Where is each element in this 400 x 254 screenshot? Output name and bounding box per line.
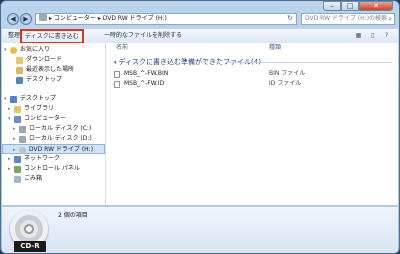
file-name: MSB_^-FW.ID bbox=[124, 80, 165, 87]
network-icon bbox=[14, 156, 21, 163]
dvd-drive-icon bbox=[39, 14, 47, 21]
sidebar-item-label: ローカル ディスク (D:) bbox=[29, 135, 92, 142]
hard-drive-icon bbox=[19, 126, 26, 133]
sidebar-item-label: お気に入り bbox=[20, 46, 51, 53]
address-row: ◀ ▶ ▸ コンピューター ▸ DVD RW ドライブ (H:) ↻ DVD R… bbox=[5, 13, 395, 27]
sidebar-item-favorites[interactable]: ▾ お気に入り bbox=[2, 45, 105, 55]
file-list: 名前 種類 ▾ ディスクに書き込む準備ができたファイル(4) MSB_^-FW.B… bbox=[106, 43, 398, 205]
view-controls: ▦ ▯ ? bbox=[354, 31, 394, 41]
sidebar-item-label: デスクトップ bbox=[20, 95, 57, 102]
explorer-window: – □ ✕ ◀ ▶ ▸ コンピューター ▸ DVD RW ドライブ (H:) ↻… bbox=[0, 0, 400, 254]
refresh-button[interactable]: ↻ bbox=[287, 14, 293, 23]
sidebar-item-label: ライブラリ bbox=[24, 105, 55, 112]
dvd-drive-icon bbox=[19, 147, 26, 154]
chevron-right-icon[interactable]: ▸ bbox=[13, 124, 16, 134]
desktop-icon bbox=[16, 77, 23, 84]
chevron-right-icon[interactable]: ▸ bbox=[8, 164, 11, 174]
file-icon bbox=[114, 71, 120, 78]
sidebar-item-dvd-drive[interactable]: ▸ DVD RW ドライブ (H:) bbox=[2, 144, 105, 154]
chevron-right-icon[interactable]: ▸ bbox=[8, 104, 11, 114]
help-icon[interactable]: ? bbox=[382, 31, 391, 40]
sidebar-item-network[interactable]: ▸ ネットワーク bbox=[2, 154, 105, 164]
star-icon bbox=[10, 47, 17, 54]
search-placeholder: DVD RW ドライブ (H:)の検索 bbox=[305, 15, 388, 22]
chevron-down-icon[interactable]: ▾ bbox=[8, 114, 11, 124]
sidebar-item-label: デスクトップ bbox=[26, 76, 63, 83]
delete-temp-files-button[interactable]: 一時的なファイルを削除する bbox=[102, 30, 184, 41]
file-name: MSB_^-FW.BIN bbox=[124, 70, 169, 77]
maximize-button[interactable]: □ bbox=[341, 1, 359, 11]
search-input[interactable]: DVD RW ドライブ (H:)の検索 ⌕ bbox=[301, 13, 395, 25]
view-options-icon[interactable]: ▦ bbox=[354, 31, 363, 40]
sidebar-item-downloads[interactable]: ダウンロード bbox=[2, 55, 105, 65]
file-type: ID ファイル bbox=[269, 80, 302, 87]
file-row[interactable]: MSB_^-FW.BIN BIN ファイル bbox=[114, 69, 394, 79]
title-bar: – □ ✕ bbox=[1, 1, 399, 11]
sidebar-item-recycle-bin[interactable]: ごみ箱 bbox=[2, 174, 105, 184]
sidebar-item-label: ローカル ディスク (C:) bbox=[29, 125, 92, 132]
chevron-down-icon: ▾ bbox=[114, 60, 117, 66]
navigation-pane: ▾ お気に入り ダウンロード 最近表示した場所 デスクトップ ▾ デスクトップ … bbox=[2, 43, 106, 205]
sidebar-item-desktop-favorite[interactable]: デスクトップ bbox=[2, 75, 105, 85]
chevron-right-icon[interactable]: ▸ bbox=[8, 154, 11, 164]
details-pane: CD-R 2 個の項目 bbox=[2, 206, 398, 253]
computer-icon bbox=[14, 116, 21, 123]
sidebar-item-desktop[interactable]: ▾ デスクトップ bbox=[2, 94, 105, 104]
recycle-bin-icon bbox=[14, 176, 21, 183]
close-button[interactable]: ✕ bbox=[359, 1, 393, 11]
sidebar-item-label: 最近表示した場所 bbox=[26, 66, 75, 73]
chevron-down-icon[interactable]: ▾ bbox=[4, 94, 7, 104]
sidebar-item-local-disk-d[interactable]: ▸ ローカル ディスク (D:) bbox=[2, 134, 105, 144]
sidebar-item-control-panel[interactable]: ▸ コントロール パネル bbox=[2, 164, 105, 174]
file-type: BIN ファイル bbox=[269, 70, 306, 77]
chevron-down-icon[interactable]: ▾ bbox=[4, 45, 7, 55]
sidebar-item-recent-places[interactable]: 最近表示した場所 bbox=[2, 65, 105, 75]
file-row[interactable]: MSB_^-FW.ID ID ファイル bbox=[114, 79, 394, 89]
sidebar-item-label: ネットワーク bbox=[24, 155, 61, 162]
chevron-right-icon[interactable]: ▸ bbox=[13, 134, 16, 144]
address-bar[interactable]: ▸ コンピューター ▸ DVD RW ドライブ (H:) bbox=[35, 13, 297, 25]
recent-places-icon bbox=[16, 67, 23, 74]
back-button[interactable]: ◀ bbox=[7, 13, 19, 25]
item-count: 2 個の項目 bbox=[58, 212, 88, 219]
burn-to-disc-button[interactable]: ディスクに書き込む bbox=[20, 29, 84, 44]
column-header-name[interactable]: 名前 bbox=[116, 43, 128, 53]
cd-r-label: CD-R bbox=[14, 241, 46, 252]
library-icon bbox=[14, 106, 21, 113]
sidebar-item-libraries[interactable]: ▸ ライブラリ bbox=[2, 104, 105, 114]
hard-drive-icon bbox=[19, 136, 26, 143]
desktop-icon bbox=[10, 96, 17, 103]
download-folder-icon bbox=[16, 57, 23, 64]
preview-pane-icon[interactable]: ▯ bbox=[368, 31, 377, 40]
sidebar-item-label: ごみ箱 bbox=[24, 175, 43, 182]
sidebar-item-label: コントロール パネル bbox=[24, 165, 80, 172]
file-icon bbox=[114, 81, 120, 88]
forward-button[interactable]: ▶ bbox=[20, 13, 32, 25]
sidebar-item-label: ダウンロード bbox=[26, 56, 63, 63]
command-bar: 整理 ▾ ディスクに書き込む 一時的なファイルを削除する ▦ ▯ ? bbox=[2, 28, 398, 44]
sidebar-item-local-disk-c[interactable]: ▸ ローカル ディスク (C:) bbox=[2, 124, 105, 134]
control-panel-icon bbox=[14, 166, 21, 173]
sidebar-item-label: コンピューター bbox=[24, 115, 67, 122]
search-icon: ⌕ bbox=[388, 15, 392, 23]
minimize-button[interactable]: – bbox=[323, 1, 341, 11]
group-divider bbox=[226, 62, 392, 63]
address-path: ▸ コンピューター ▸ DVD RW ドライブ (H:) bbox=[49, 15, 167, 22]
column-header-type[interactable]: 種類 bbox=[269, 43, 281, 53]
sidebar-item-computer[interactable]: ▾ コンピューター bbox=[2, 114, 105, 124]
